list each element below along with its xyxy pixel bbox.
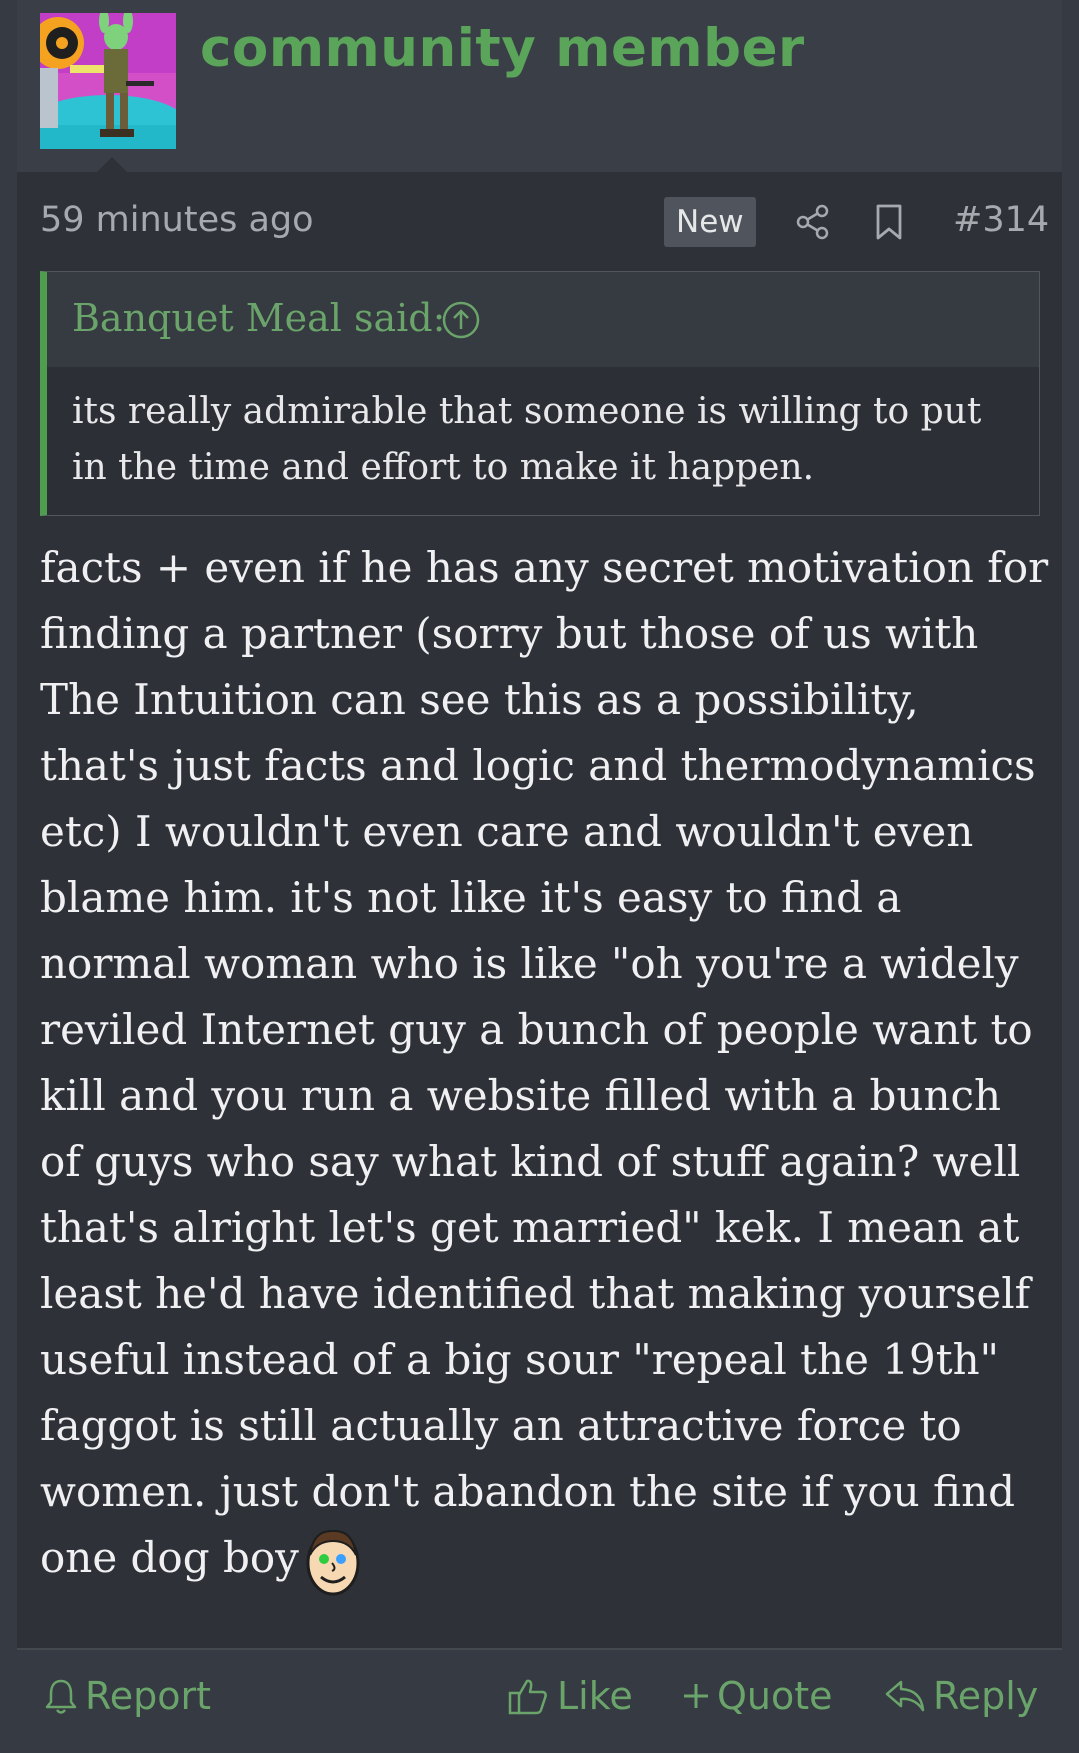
bell-icon — [45, 1679, 77, 1714]
share-icon[interactable] — [793, 202, 833, 242]
post-actions: Report Like Quote Reply — [17, 1648, 1062, 1753]
post-header: community member — [17, 0, 1062, 172]
quote-text: its really admirable that someone is wil… — [72, 391, 982, 488]
report-label: Report — [85, 1674, 211, 1718]
quote-header: Banquet Meal said: — [47, 272, 1039, 367]
reply-button[interactable]: Reply — [883, 1674, 1038, 1718]
smiley-face-emoji — [306, 1529, 360, 1596]
thumbs-up-icon — [508, 1679, 547, 1715]
avatar[interactable] — [40, 13, 176, 149]
plus-icon — [684, 1684, 708, 1708]
quote-author[interactable]: Banquet Meal said: — [72, 296, 445, 340]
quote-block: Banquet Meal said: its really admirable … — [40, 271, 1040, 516]
new-badge: New — [664, 197, 756, 247]
post-timestamp[interactable]: 59 minutes ago — [40, 200, 314, 240]
quote-button[interactable]: Quote — [681, 1674, 833, 1718]
bookmark-icon[interactable] — [873, 202, 905, 242]
arrow-up-circle-icon[interactable] — [441, 300, 481, 340]
report-button[interactable]: Report — [43, 1674, 211, 1718]
message-body: facts + even if he has any secret motiva… — [40, 535, 1050, 1597]
avatar-pointer — [97, 157, 127, 172]
post: community member 59 minutes ago New #314… — [17, 0, 1062, 1753]
reply-arrow-icon — [885, 1680, 925, 1712]
message-text: facts + even if he has any secret motiva… — [40, 543, 1049, 1582]
post-meta: 59 minutes ago New #314 — [17, 172, 1062, 272]
post-number[interactable]: #314 — [953, 200, 1049, 240]
like-button[interactable]: Like — [507, 1674, 633, 1718]
avatar-image — [40, 13, 176, 149]
reply-label: Reply — [933, 1674, 1039, 1718]
username[interactable]: community member — [200, 18, 805, 79]
like-label: Like — [557, 1674, 633, 1718]
quote-label: Quote — [717, 1674, 833, 1718]
